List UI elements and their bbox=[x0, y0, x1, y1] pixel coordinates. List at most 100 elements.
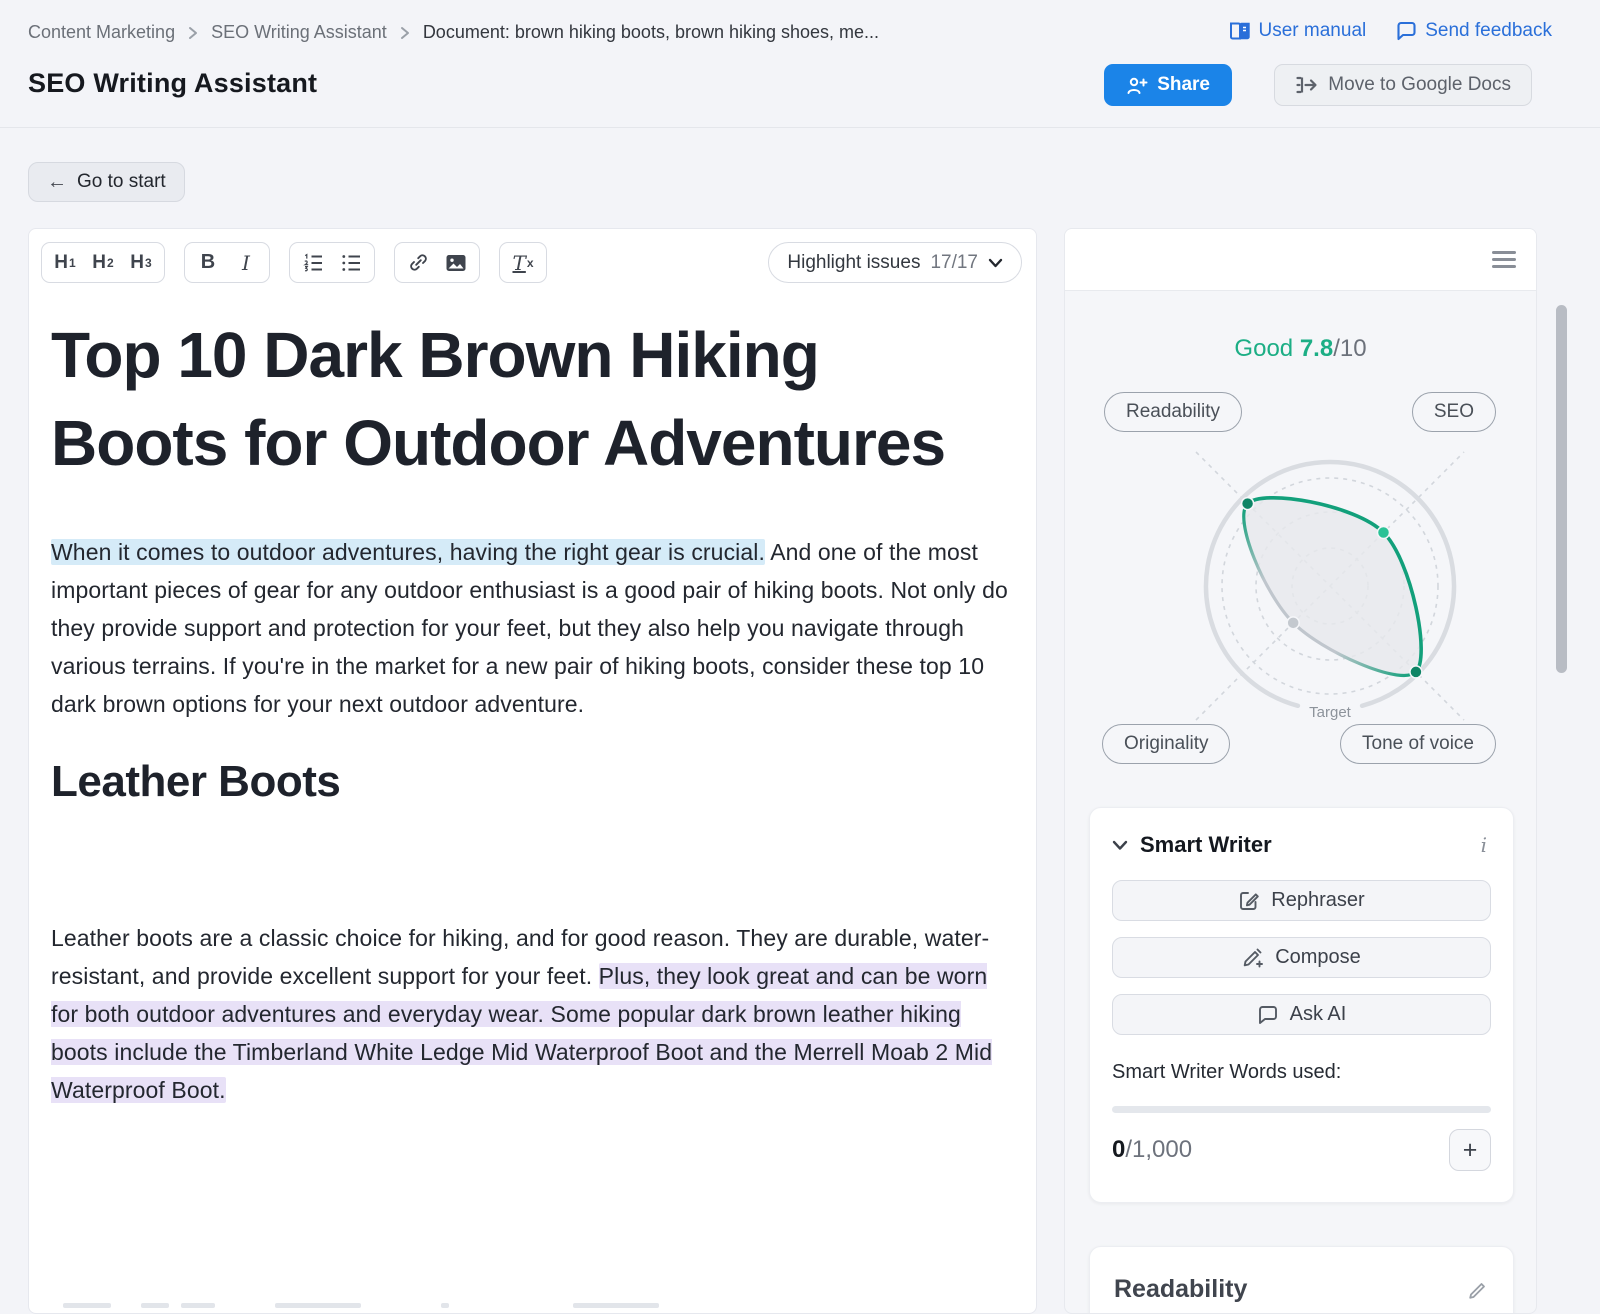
move-to-google-docs-button[interactable]: Move to Google Docs bbox=[1274, 64, 1532, 106]
document-subheading[interactable]: Leather Boots bbox=[51, 757, 1010, 807]
breadcrumb-swa[interactable]: SEO Writing Assistant bbox=[211, 22, 387, 43]
words-used-progressbar bbox=[1112, 1106, 1491, 1113]
document-paragraph-1[interactable]: When it comes to outdoor adventures, hav… bbox=[51, 533, 1009, 723]
readability-card-title: Readability bbox=[1114, 1275, 1467, 1304]
clipped-text-remnant bbox=[141, 1303, 169, 1308]
user-manual-label: User manual bbox=[1259, 20, 1367, 42]
bold-button[interactable]: B bbox=[189, 246, 227, 279]
share-button[interactable]: Share bbox=[1104, 64, 1232, 106]
compose-label: Compose bbox=[1275, 946, 1361, 969]
italic-button[interactable]: I bbox=[227, 246, 265, 279]
rephraser-button[interactable]: Rephraser bbox=[1112, 880, 1491, 921]
pencil-icon[interactable] bbox=[1467, 1279, 1489, 1301]
h1-button[interactable]: H1 bbox=[46, 246, 84, 279]
image-button[interactable] bbox=[437, 246, 475, 279]
chevron-right-icon bbox=[188, 26, 198, 40]
highlight-issues-label: Highlight issues bbox=[787, 252, 920, 274]
gauge-dot-tone-of-voice bbox=[1410, 666, 1422, 678]
export-icon bbox=[1295, 75, 1318, 95]
compose-button[interactable]: Compose bbox=[1112, 937, 1491, 978]
breadcrumb: Content Marketing SEO Writing Assistant … bbox=[28, 22, 879, 43]
add-words-button[interactable]: + bbox=[1449, 1129, 1491, 1171]
h1-letter: H bbox=[54, 252, 68, 274]
sidebar-header bbox=[1065, 229, 1536, 291]
clipped-text-remnant bbox=[573, 1303, 659, 1308]
editor-toolbar: H1 H2 H3 B I bbox=[29, 229, 1036, 297]
score-out-of: /10 bbox=[1333, 335, 1366, 362]
menu-icon[interactable] bbox=[1492, 251, 1516, 272]
go-to-start-button[interactable]: ← Go to start bbox=[28, 162, 185, 202]
readability-pill[interactable]: Readability bbox=[1104, 392, 1242, 432]
list-group bbox=[289, 242, 375, 283]
target-label: Target bbox=[1309, 704, 1352, 721]
compose-pen-icon bbox=[1242, 947, 1264, 969]
seo-pill[interactable]: SEO bbox=[1412, 392, 1496, 432]
clear-format-group: Tx bbox=[499, 242, 547, 283]
h3-letter: H bbox=[130, 252, 144, 274]
readability-card: Readability bbox=[1089, 1246, 1514, 1314]
go-to-start-label: Go to start bbox=[77, 171, 166, 193]
link-icon bbox=[408, 252, 429, 273]
words-used-value: 0 bbox=[1112, 1136, 1125, 1164]
h3-sub: 3 bbox=[145, 256, 152, 270]
smart-writer-header[interactable]: Smart Writer i bbox=[1112, 832, 1491, 858]
clipped-text-remnant bbox=[441, 1303, 449, 1308]
h2-letter: H bbox=[92, 252, 106, 274]
score-grade: Good bbox=[1234, 335, 1293, 362]
gauge-dot-seo bbox=[1377, 527, 1389, 539]
user-manual-link[interactable]: User manual bbox=[1229, 20, 1367, 42]
overall-score: Good 7.8/10 bbox=[1065, 335, 1536, 363]
gauge-dot-readability bbox=[1242, 498, 1254, 510]
person-plus-icon bbox=[1126, 76, 1148, 95]
highlight-issues-dropdown[interactable]: Highlight issues 17/17 bbox=[768, 242, 1022, 283]
feedback-bubble-icon bbox=[1396, 21, 1417, 41]
info-icon[interactable]: i bbox=[1481, 833, 1491, 857]
smart-writer-card: Smart Writer i Rephraser Compose bbox=[1089, 807, 1514, 1203]
document-body[interactable]: Top 10 Dark Brown Hiking Boots for Outdo… bbox=[29, 297, 1036, 1314]
page-title: SEO Writing Assistant bbox=[28, 68, 317, 99]
top-bar: Content Marketing SEO Writing Assistant … bbox=[0, 0, 1600, 128]
book-icon bbox=[1229, 21, 1251, 41]
clipped-text-remnant bbox=[63, 1303, 111, 1308]
h3-button[interactable]: H3 bbox=[122, 246, 160, 279]
highlight-issues-count: 17/17 bbox=[930, 252, 978, 274]
ask-ai-label: Ask AI bbox=[1290, 1003, 1347, 1026]
clipped-text-remnant bbox=[275, 1303, 361, 1308]
words-counter-row: 0 /1,000 + bbox=[1112, 1129, 1491, 1171]
send-feedback-label: Send feedback bbox=[1425, 20, 1552, 42]
link-button[interactable] bbox=[399, 246, 437, 279]
highlighted-sentence-blue[interactable]: When it comes to outdoor adventures, hav… bbox=[51, 539, 765, 565]
chat-bubble-icon bbox=[1257, 1005, 1279, 1025]
h2-button[interactable]: H2 bbox=[84, 246, 122, 279]
editor-card: H1 H2 H3 B I bbox=[28, 228, 1037, 1314]
score-gauge-chart: Target bbox=[1160, 434, 1500, 734]
clear-formatting-button[interactable]: Tx bbox=[504, 246, 542, 279]
share-label: Share bbox=[1157, 74, 1210, 96]
clear-t: T bbox=[512, 251, 525, 275]
chevron-down-icon bbox=[988, 258, 1003, 268]
ordered-list-button[interactable] bbox=[294, 246, 332, 279]
bullet-list-button[interactable] bbox=[332, 246, 370, 279]
text-style-group: B I bbox=[184, 242, 270, 283]
move-to-docs-label: Move to Google Docs bbox=[1328, 74, 1511, 96]
rephraser-label: Rephraser bbox=[1271, 889, 1364, 912]
clipped-text-remnant bbox=[181, 1303, 215, 1308]
readability-card-header: Readability bbox=[1114, 1275, 1489, 1304]
score-sidebar: Good 7.8/10 Readability SEO Originality … bbox=[1064, 228, 1537, 1314]
scrollbar-thumb[interactable] bbox=[1556, 305, 1567, 673]
score-value: 7.8 bbox=[1300, 335, 1333, 362]
paragraph-1-rest[interactable]: And one of the most important pieces of … bbox=[51, 539, 1008, 717]
document-paragraph-2[interactable]: Leather boots are a classic choice for h… bbox=[51, 919, 1009, 1109]
document-heading[interactable]: Top 10 Dark Brown Hiking Boots for Outdo… bbox=[51, 311, 999, 487]
h1-sub: 1 bbox=[69, 256, 76, 270]
send-feedback-link[interactable]: Send feedback bbox=[1396, 20, 1552, 42]
ordered-list-icon bbox=[303, 253, 324, 273]
heading-buttons-group: H1 H2 H3 bbox=[41, 242, 165, 283]
seo-writing-assistant-page: Content Marketing SEO Writing Assistant … bbox=[0, 0, 1600, 1314]
bullet-list-icon bbox=[341, 253, 362, 273]
chevron-down-icon bbox=[1112, 840, 1128, 851]
ask-ai-button[interactable]: Ask AI bbox=[1112, 994, 1491, 1035]
breadcrumb-content-marketing[interactable]: Content Marketing bbox=[28, 22, 175, 43]
top-links: User manual Send feedback bbox=[1229, 20, 1552, 42]
h2-sub: 2 bbox=[107, 256, 114, 270]
